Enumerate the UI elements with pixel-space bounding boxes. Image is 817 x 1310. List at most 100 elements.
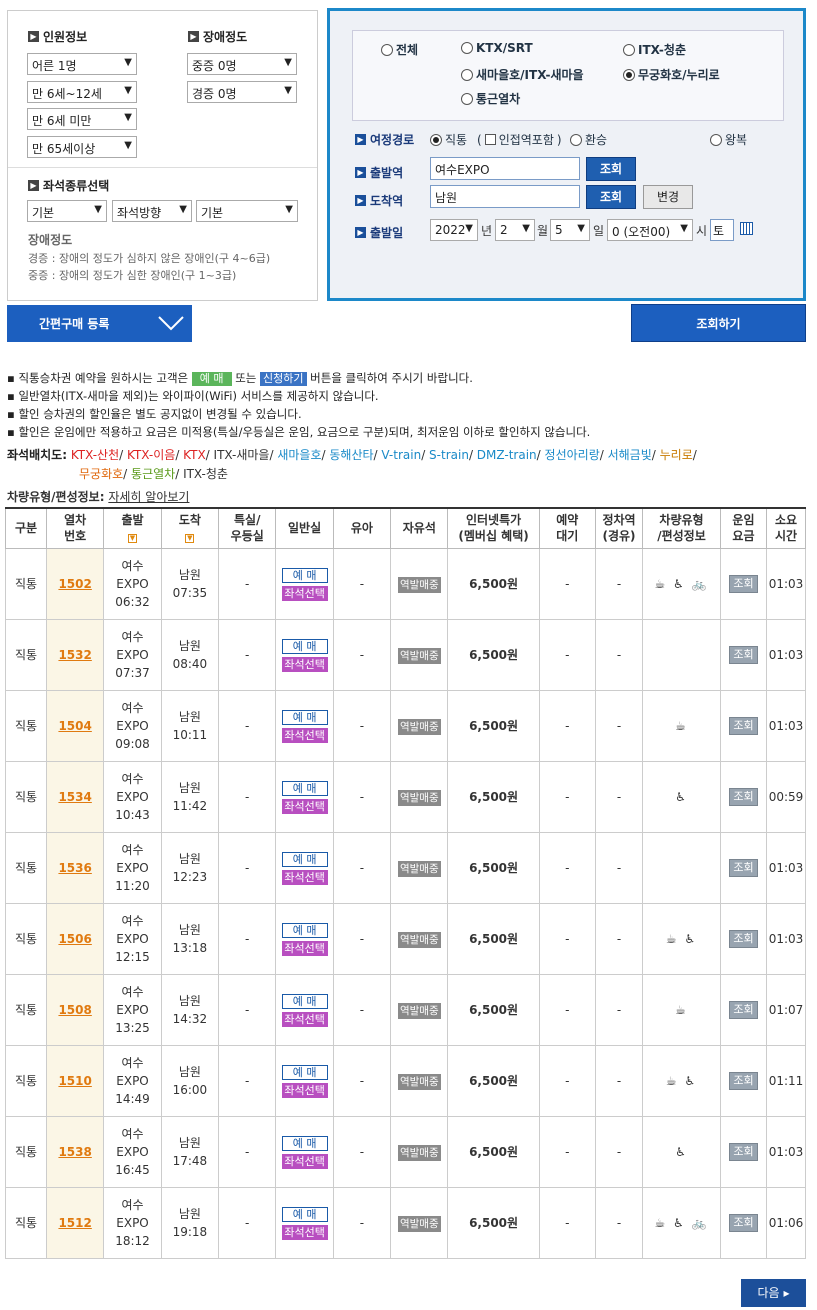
departure-search-button[interactable]: 조회: [586, 157, 636, 181]
seat-select-button[interactable]: 좌석선택: [281, 585, 328, 601]
seatmap-link[interactable]: ITX-청춘: [183, 467, 228, 481]
route-roundtrip-radio[interactable]: 왕복: [710, 131, 747, 148]
fare-inquiry-button[interactable]: 조회: [729, 930, 758, 948]
seatmap-link[interactable]: KTX: [183, 448, 206, 462]
vehicle-detail-link[interactable]: 자세히 알아보기: [108, 490, 189, 504]
route-transfer-radio[interactable]: 환승: [570, 131, 607, 148]
adult-select[interactable]: 어른 1명 ▼: [27, 53, 137, 75]
col-general: 일반실: [275, 507, 334, 549]
sort-icon[interactable]: ▼: [128, 534, 137, 544]
seatmap-link[interactable]: S-train: [429, 448, 469, 462]
train-number-link[interactable]: 1532: [58, 648, 91, 662]
book-button[interactable]: 예 매: [281, 567, 328, 583]
route-direct-radio[interactable]: 직통: [430, 131, 467, 148]
day-select[interactable]: 5 ▼: [550, 219, 590, 241]
book-button[interactable]: 예 매: [281, 1135, 328, 1151]
row-free-seat: 역발매중: [390, 1044, 449, 1117]
row-vehicle-icons: ☕: [642, 973, 721, 1046]
book-button[interactable]: 예 매: [281, 638, 328, 654]
seat-position-select[interactable]: 기본 ▼: [196, 200, 298, 222]
simple-purchase-register-button[interactable]: 간편구매 등록: [7, 305, 192, 342]
train-number-link[interactable]: 1536: [58, 861, 91, 875]
book-button[interactable]: 예 매: [281, 922, 328, 938]
seat-select-button[interactable]: 좌석선택: [281, 1153, 328, 1169]
arrival-search-button[interactable]: 조회: [586, 185, 636, 209]
arrival-input[interactable]: 남원: [430, 185, 580, 208]
seat-select-button[interactable]: 좌석선택: [281, 656, 328, 672]
fare-inquiry-button[interactable]: 조회: [729, 788, 758, 806]
train-number-link[interactable]: 1506: [58, 932, 91, 946]
seatmap-link[interactable]: DMZ-train: [477, 448, 537, 462]
senior-select[interactable]: 만 65세이상 ▼: [27, 136, 137, 158]
seatmap-link[interactable]: KTX-이음: [127, 448, 175, 462]
fare-inquiry-button[interactable]: 조회: [729, 1143, 758, 1161]
search-button[interactable]: 조회하기: [631, 304, 806, 342]
row-first-class: -: [218, 1044, 277, 1117]
book-button[interactable]: 예 매: [281, 993, 328, 1009]
book-button[interactable]: 예 매: [281, 851, 328, 867]
seatmap-link[interactable]: 새마을호: [277, 448, 321, 462]
seatmap-link[interactable]: 무궁화호: [79, 467, 123, 481]
departure-input[interactable]: 여수EXPO: [430, 157, 580, 180]
train-number-link[interactable]: 1510: [58, 1074, 91, 1088]
fare-inquiry-button[interactable]: 조회: [729, 1001, 758, 1019]
seat-select-button[interactable]: 좌석선택: [281, 1011, 328, 1027]
seatmap-link[interactable]: 정선아리랑: [545, 448, 600, 462]
radio-itx-cheongchun[interactable]: ITX-청춘: [623, 41, 686, 58]
row-duration: 01:03: [766, 618, 806, 691]
mild-disability-select[interactable]: 경증 0명 ▼: [187, 81, 297, 103]
swap-stations-button[interactable]: 변경: [643, 185, 693, 209]
seatmap-link[interactable]: 서해금빛: [608, 448, 652, 462]
calendar-icon[interactable]: [740, 222, 753, 235]
seatmap-link[interactable]: V-train: [381, 448, 421, 462]
seat-direction-select[interactable]: 좌석방향 ▼: [112, 200, 192, 222]
seat-select-button[interactable]: 좌석선택: [281, 1224, 328, 1240]
fare-inquiry-button[interactable]: 조회: [729, 1072, 758, 1090]
nearby-station-checkbox[interactable]: (인접역포함): [477, 131, 562, 148]
train-number-link[interactable]: 1534: [58, 790, 91, 804]
seat-select-button[interactable]: 좌석선택: [281, 1082, 328, 1098]
col-departure[interactable]: 출발 ▼: [103, 507, 162, 549]
next-page-button[interactable]: 다음 ▸: [741, 1279, 806, 1307]
fare-inquiry-button[interactable]: 조회: [729, 1214, 758, 1232]
seat-select-button[interactable]: 좌석선택: [281, 727, 328, 743]
train-number-link[interactable]: 1508: [58, 1003, 91, 1017]
seat-option-select[interactable]: 기본 ▼: [27, 200, 107, 222]
book-button[interactable]: 예 매: [281, 1206, 328, 1222]
radio-saemaeul[interactable]: 새마을호/ITX-새마을: [461, 66, 584, 83]
fare-inquiry-button[interactable]: 조회: [729, 717, 758, 735]
seat-select-button[interactable]: 좌석선택: [281, 798, 328, 814]
seatmap-link[interactable]: KTX-산천: [71, 448, 119, 462]
seatmap-link[interactable]: 누리로: [660, 448, 693, 462]
station-sale-badge: 역발매중: [397, 1144, 441, 1161]
train-number-link[interactable]: 1504: [58, 719, 91, 733]
radio-mugunghwa[interactable]: 무궁화호/누리로: [623, 66, 720, 83]
train-number-link[interactable]: 1502: [58, 577, 91, 591]
book-button[interactable]: 예 매: [281, 709, 328, 725]
hour-select[interactable]: 0 (오전00) ▼: [607, 219, 693, 241]
row-price: 6,500원: [447, 618, 540, 691]
fare-inquiry-button[interactable]: 조회: [729, 646, 758, 664]
book-button[interactable]: 예 매: [281, 1064, 328, 1080]
infant-select[interactable]: 만 6세 미만 ▼: [27, 108, 137, 130]
fare-inquiry-button[interactable]: 조회: [729, 859, 758, 877]
seatmap-link[interactable]: 동해산타: [329, 448, 373, 462]
month-select[interactable]: 2 ▼: [495, 219, 535, 241]
train-number-link[interactable]: 1512: [58, 1216, 91, 1230]
train-number-link[interactable]: 1538: [58, 1145, 91, 1159]
seat-select-button[interactable]: 좌석선택: [281, 940, 328, 956]
seat-select-button[interactable]: 좌석선택: [281, 869, 328, 885]
sort-icon[interactable]: ▼: [185, 534, 195, 544]
seatmap-link[interactable]: ITX-새마을: [214, 448, 270, 462]
radio-commuter[interactable]: 통근열차: [461, 90, 520, 107]
fare-inquiry-button[interactable]: 조회: [729, 575, 758, 593]
seatmap-link[interactable]: 통근열차: [131, 467, 175, 481]
radio-ktx[interactable]: KTX/SRT: [461, 41, 533, 55]
chevron-down-icon: [158, 316, 184, 331]
col-arrival[interactable]: 도착 ▼: [160, 507, 220, 549]
year-select[interactable]: 2022 ▼: [430, 219, 478, 241]
book-button[interactable]: 예 매: [281, 780, 328, 796]
severe-disability-select[interactable]: 중증 0명 ▼: [187, 53, 297, 75]
radio-all[interactable]: 전체: [381, 41, 418, 58]
child-select[interactable]: 만 6세~12세 ▼: [27, 81, 137, 103]
